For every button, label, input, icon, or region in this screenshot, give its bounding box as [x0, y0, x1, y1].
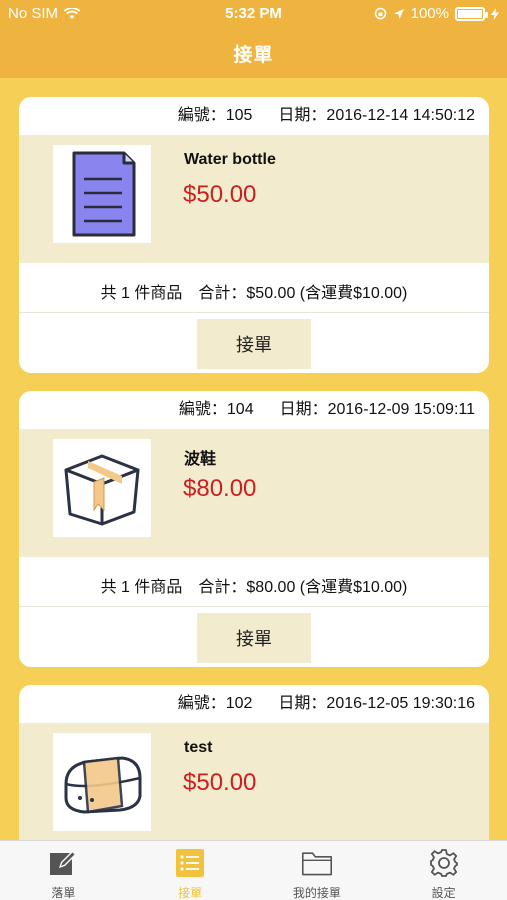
- order-total: 合計：$50.00 (含運費$10.00): [198, 285, 408, 302]
- tab-bar: 落單 接單 我的接單 設定: [0, 840, 507, 900]
- gear-icon: [428, 847, 460, 879]
- location-arrow-icon: [393, 8, 404, 19]
- order-summary: 共 1 件商品 合計：$80.00 (含運費$10.00): [19, 557, 489, 607]
- product-price: $50.00: [183, 769, 257, 796]
- battery-percentage: 100%: [410, 5, 449, 22]
- document-icon: [72, 151, 136, 237]
- product-thumbnail: [53, 439, 151, 537]
- box-icon: [64, 454, 140, 526]
- navigation-bar: No SIM 5:32 PM 100% 接單: [0, 0, 507, 78]
- order-actions: 接單: [19, 607, 489, 667]
- order-header: 編號：105 日期：2016-12-14 14:50:12: [19, 97, 489, 135]
- tab-settings[interactable]: 設定: [380, 841, 507, 900]
- folder-icon: [301, 847, 333, 879]
- tab-accept-order[interactable]: 接單: [127, 841, 254, 900]
- order-product[interactable]: 波鞋 $80.00: [19, 429, 489, 557]
- order-header: 編號：102 日期：2016-12-05 19:30:16: [19, 685, 489, 723]
- accept-order-button[interactable]: 接單: [197, 613, 311, 663]
- order-number: 編號：104: [178, 401, 254, 418]
- product-thumbnail: [53, 145, 151, 243]
- tab-label: 接單: [178, 886, 203, 900]
- order-total: 合計：$80.00 (含運費$10.00): [198, 579, 408, 596]
- list-icon: [174, 847, 206, 879]
- order-list[interactable]: 編號：105 日期：2016-12-14 14:50:12 Water bottl…: [19, 97, 489, 869]
- orientation-lock-icon: [374, 7, 386, 20]
- order-date: 日期：2016-12-14 14:50:12: [278, 107, 475, 124]
- item-count: 共 1 件商品: [100, 285, 183, 302]
- product-name: test: [184, 739, 213, 756]
- tab-my-orders[interactable]: 我的接單: [254, 841, 381, 900]
- accept-order-button[interactable]: 接單: [197, 319, 311, 369]
- tab-label: 我的接單: [292, 886, 341, 900]
- charging-bolt-icon: [491, 7, 499, 20]
- sushi-icon: [64, 756, 142, 814]
- product-name: 波鞋: [184, 451, 217, 468]
- battery-icon: [455, 6, 488, 21]
- product-thumbnail: [53, 733, 151, 831]
- order-header: 編號：104 日期：2016-12-09 15:09:11: [19, 391, 489, 429]
- page-title: 接單: [233, 45, 274, 66]
- status-bar: No SIM 5:32 PM 100%: [0, 0, 507, 28]
- pencil-icon: [47, 847, 79, 879]
- order-actions: 接單: [19, 313, 489, 373]
- tab-label: 落單: [51, 886, 76, 900]
- product-price: $80.00: [183, 475, 257, 502]
- order-product[interactable]: test $50.00: [19, 723, 489, 851]
- order-card: 編號：102 日期：2016-12-05 19:30:16 test $50.00: [19, 685, 489, 851]
- tab-label: 設定: [431, 886, 456, 900]
- tab-place-order[interactable]: 落單: [0, 841, 127, 900]
- order-date: 日期：2016-12-05 19:30:16: [278, 695, 475, 712]
- item-count: 共 1 件商品: [100, 579, 183, 596]
- order-card: 編號：104 日期：2016-12-09 15:09:11 波鞋 $80.00 共…: [19, 391, 489, 667]
- order-number: 編號：105: [177, 107, 253, 124]
- order-number: 編號：102: [177, 695, 253, 712]
- product-name: Water bottle: [184, 151, 276, 168]
- product-price: $50.00: [183, 181, 257, 208]
- order-product[interactable]: Water bottle $50.00: [19, 135, 489, 263]
- order-card: 編號：105 日期：2016-12-14 14:50:12 Water bottl…: [19, 97, 489, 373]
- order-summary: 共 1 件商品 合計：$50.00 (含運費$10.00): [19, 263, 489, 313]
- order-date: 日期：2016-12-09 15:09:11: [279, 401, 475, 418]
